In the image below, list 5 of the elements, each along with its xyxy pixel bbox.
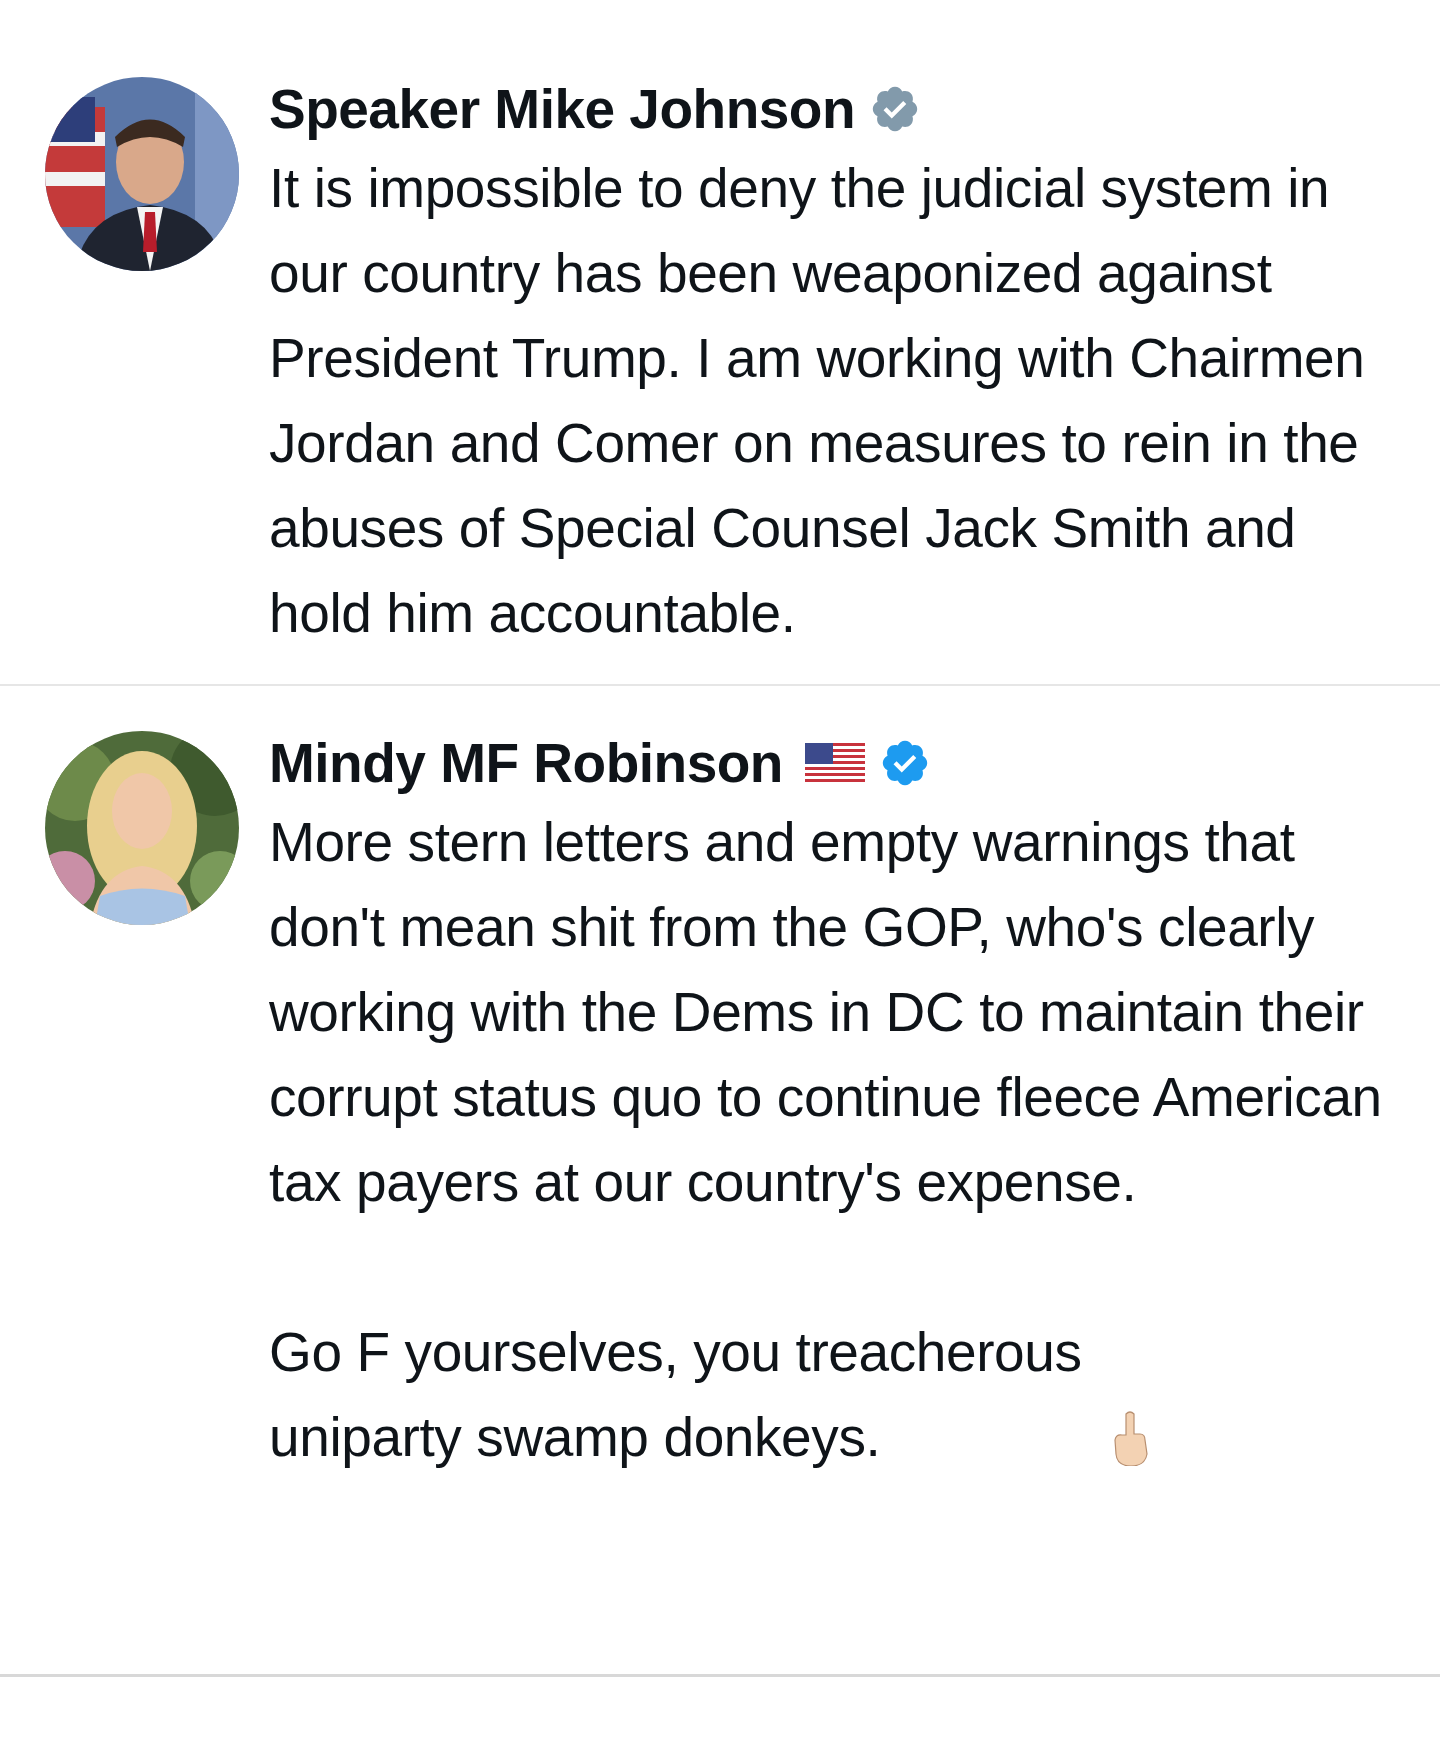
post-text: Go F yourselves, you treacherous uniparty swamp donkeys.	[269, 1320, 1083, 1470]
author-name[interactable]: Mindy MF Robinson	[269, 726, 783, 800]
author-name[interactable]: Speaker Mike Johnson	[269, 72, 856, 146]
post-text: More stern letters and empty warnings that don't mean shit from the GOP, who's clearly working with the Dems in DC to maintain their corrupt status quo to continue fleece American tax payers at our country's expense.	[269, 811, 1382, 1213]
post-text: It is impossible to deny the judicial system in our country has been weaponized against President Trump. I am working with Chairmen Jordan and Comer on measures to rein in the abuses of Special Counsel Jack Smith and hold him accountable.	[269, 157, 1365, 644]
